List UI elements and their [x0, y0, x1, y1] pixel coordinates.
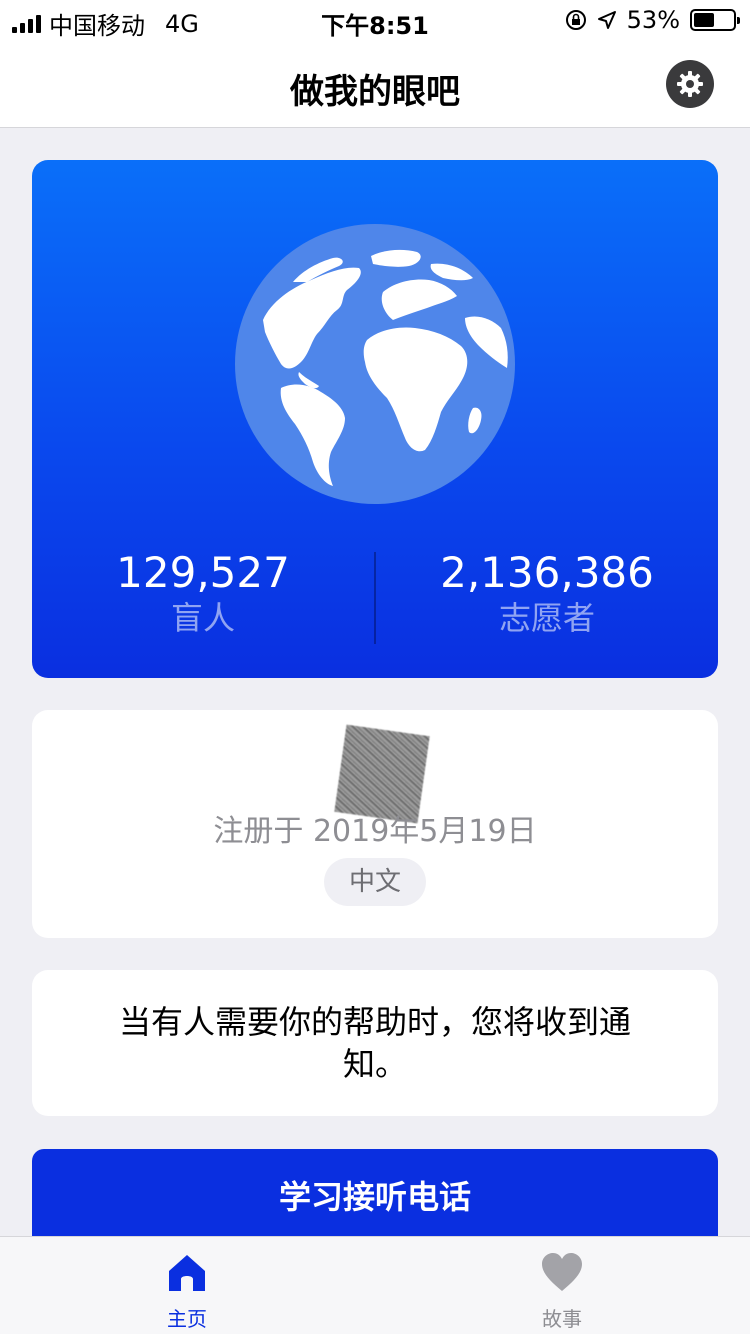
blind-label: 盲人: [170, 599, 235, 637]
notification-text: 当有人需要你的帮助时，您将收到通知。: [118, 1003, 631, 1083]
tab-home[interactable]: 主页: [127, 1251, 247, 1332]
volunteer-count: 2,136,386: [440, 548, 654, 597]
globe-icon: [235, 224, 515, 504]
orientation-lock-icon: [565, 10, 586, 30]
tab-bar: 主页 故事: [0, 1236, 750, 1334]
registration-date: 注册于 2019年5月19日: [213, 814, 537, 849]
settings-button[interactable]: [666, 60, 714, 108]
status-right: 53%: [565, 6, 740, 34]
stats-card: 129,527 盲人 2,136,386 志愿者: [32, 160, 718, 678]
stats-row: 129,527 盲人 2,136,386 志愿者: [32, 550, 718, 646]
blind-count: 129,527: [116, 548, 290, 597]
gear-icon: [677, 71, 703, 97]
heart-icon: [542, 1253, 582, 1291]
notification-card: 当有人需要你的帮助时，您将收到通知。: [32, 970, 718, 1116]
tab-home-label: 主页: [167, 1307, 207, 1331]
language-badge[interactable]: 中文: [324, 858, 426, 906]
home-icon: [169, 1255, 205, 1291]
tab-stories-label: 故事: [542, 1307, 582, 1331]
page-title: 做我的眼吧: [290, 72, 460, 112]
blind-stat: 129,527 盲人: [32, 550, 374, 646]
profile-card: 注册于 2019年5月19日 中文: [32, 710, 718, 938]
battery-fill: [694, 13, 715, 27]
tab-stories[interactable]: 故事: [502, 1251, 622, 1332]
learn-calls-button[interactable]: 学习接听电话: [32, 1149, 718, 1245]
battery-percent: 53%: [626, 6, 680, 34]
volunteer-label: 志愿者: [498, 599, 595, 637]
status-bar: 中国移动 4G 下午8:51 53%: [0, 0, 750, 42]
nav-bar: 做我的眼吧: [0, 42, 750, 128]
location-icon: [597, 11, 616, 29]
volunteer-stat: 2,136,386 志愿者: [376, 550, 718, 646]
battery-icon: [690, 9, 740, 31]
